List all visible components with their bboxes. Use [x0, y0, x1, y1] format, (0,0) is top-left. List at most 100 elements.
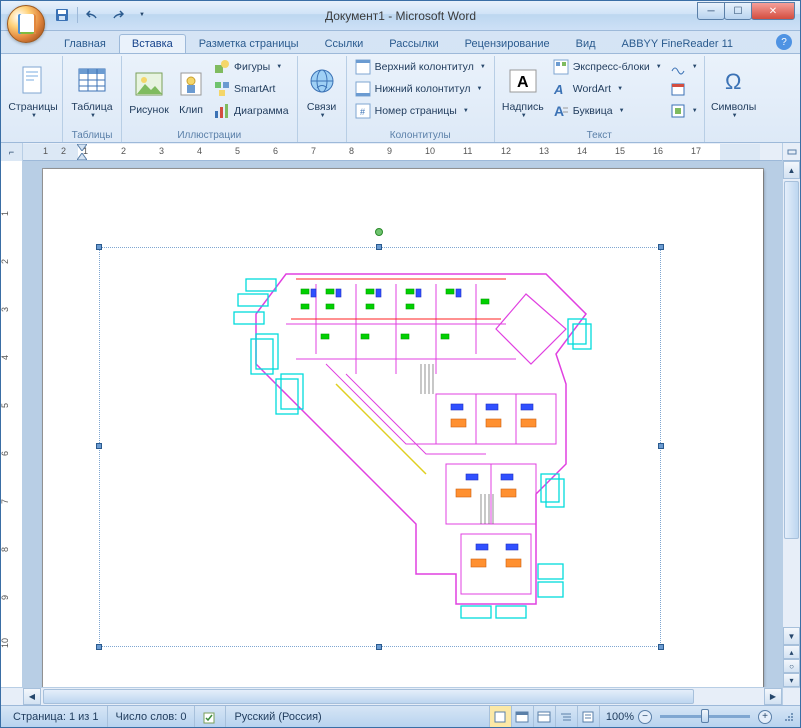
tab-insert[interactable]: Вставка: [119, 34, 186, 53]
resize-grip[interactable]: [782, 710, 796, 724]
zoom-level[interactable]: 100%: [606, 711, 634, 723]
tab-page-layout[interactable]: Разметка страницы: [186, 34, 312, 53]
tab-mailings[interactable]: Рассылки: [376, 34, 451, 53]
view-draft[interactable]: [577, 706, 599, 727]
ruler-tick: 1: [83, 146, 88, 156]
label: WordArt: [573, 83, 611, 95]
label: Таблица: [71, 101, 112, 113]
scroll-left-button[interactable]: ◀: [23, 688, 41, 705]
quickparts-icon: [553, 59, 569, 75]
vertical-scrollbar[interactable]: ▲ ▼ ▴ ○ ▾: [782, 161, 800, 687]
resize-handle-ne[interactable]: [658, 244, 664, 250]
dropcap-button[interactable]: A Буквица▼: [549, 100, 666, 122]
view-print-layout[interactable]: [489, 706, 511, 727]
object-button[interactable]: ▼: [668, 100, 700, 122]
view-full-screen[interactable]: [511, 706, 533, 727]
horizontal-ruler-bar: ⌐ 121234567891011121314151617: [1, 143, 800, 161]
page: [43, 169, 763, 687]
ruler-tick: 6: [1, 451, 10, 456]
signature-button[interactable]: ▼: [668, 56, 700, 78]
floorplan-image[interactable]: [226, 264, 606, 624]
status-page[interactable]: Страница: 1 из 1: [5, 706, 108, 727]
zoom-slider[interactable]: [660, 715, 750, 718]
ruler-toggle[interactable]: [782, 143, 800, 161]
vertical-ruler[interactable]: 12345678910: [1, 161, 23, 687]
pages-button[interactable]: Страницы ▼: [8, 56, 58, 124]
picture-button[interactable]: Рисунок: [126, 56, 172, 124]
zoom-out-button[interactable]: −: [638, 710, 652, 724]
symbols-button[interactable]: Ω Символы ▼: [709, 56, 759, 124]
qat-customize-button[interactable]: ▼: [132, 6, 150, 24]
scroll-up-button[interactable]: ▲: [783, 161, 800, 179]
chart-button[interactable]: Диаграмма: [210, 100, 293, 122]
view-web-layout[interactable]: [533, 706, 555, 727]
page-icon: [17, 65, 49, 97]
close-button[interactable]: ✕: [751, 2, 795, 20]
status-proofing[interactable]: [195, 706, 226, 727]
browse-object-button[interactable]: ○: [783, 659, 800, 673]
view-outline[interactable]: [555, 706, 577, 727]
page-number-button[interactable]: # Номер страницы▼: [351, 100, 490, 122]
tab-home[interactable]: Главная: [51, 34, 119, 53]
resize-handle-s[interactable]: [376, 644, 382, 650]
office-button[interactable]: [7, 5, 45, 43]
tab-view[interactable]: Вид: [563, 34, 609, 53]
minimize-button[interactable]: ─: [697, 2, 725, 20]
next-page-button[interactable]: ▾: [783, 673, 800, 687]
resize-handle-sw[interactable]: [96, 644, 102, 650]
tab-references[interactable]: Ссылки: [312, 34, 377, 53]
document-scroll[interactable]: [23, 161, 782, 687]
ruler-tick: 3: [159, 146, 164, 156]
label: Рисунок: [129, 104, 169, 116]
quickparts-button[interactable]: Экспресс-блоки▼: [549, 56, 666, 78]
undo-button[interactable]: [84, 6, 102, 24]
scroll-right-button[interactable]: ▶: [764, 688, 782, 705]
zoom-in-button[interactable]: +: [758, 710, 772, 724]
picture-icon: [133, 68, 165, 100]
group-symbols: Ω Символы ▼ ·: [705, 56, 763, 142]
ruler-tick: 16: [653, 146, 663, 156]
ruler-tick: 8: [1, 547, 10, 552]
save-button[interactable]: [53, 6, 71, 24]
scroll-track-h[interactable]: [41, 688, 764, 705]
wordart-button[interactable]: A WordArt▼: [549, 78, 666, 100]
ruler-corner[interactable]: ⌐: [1, 143, 23, 161]
prev-page-button[interactable]: ▴: [783, 645, 800, 659]
footer-button[interactable]: Нижний колонтитул▼: [351, 78, 490, 100]
rotate-handle[interactable]: [375, 228, 383, 236]
ruler-tick: 7: [311, 146, 316, 156]
smartart-button[interactable]: SmartArt: [210, 78, 293, 100]
ruler-tick: 5: [1, 403, 10, 408]
status-words[interactable]: Число слов: 0: [108, 706, 196, 727]
resize-handle-se[interactable]: [658, 644, 664, 650]
status-language[interactable]: Русский (Россия): [226, 706, 329, 727]
scroll-down-button[interactable]: ▼: [783, 627, 800, 645]
scroll-thumb[interactable]: [784, 181, 799, 539]
tab-abbyy[interactable]: ABBYY FineReader 11: [609, 34, 747, 53]
help-button[interactable]: ?: [776, 34, 792, 50]
group-label: Таблицы: [67, 129, 117, 142]
redo-button[interactable]: [108, 6, 126, 24]
tab-review[interactable]: Рецензирование: [452, 34, 563, 53]
scroll-thumb-h[interactable]: [43, 689, 694, 704]
group-headers: Верхний колонтитул▼ Нижний колонтитул▼ #…: [347, 56, 495, 142]
horizontal-ruler[interactable]: 121234567891011121314151617: [23, 144, 760, 160]
table-button[interactable]: Таблица ▼: [67, 56, 117, 124]
resize-handle-w[interactable]: [96, 443, 102, 449]
datetime-button[interactable]: [668, 78, 700, 100]
scroll-track[interactable]: [783, 179, 800, 627]
picture-selection-frame[interactable]: [99, 247, 661, 647]
links-button[interactable]: Связи ▼: [302, 56, 342, 124]
horizontal-scrollbar[interactable]: ◀ ▶: [23, 687, 782, 705]
resize-handle-n[interactable]: [376, 244, 382, 250]
maximize-button[interactable]: ☐: [724, 2, 752, 20]
shapes-button[interactable]: Фигуры▼: [210, 56, 293, 78]
resize-handle-e[interactable]: [658, 443, 664, 449]
clip-button[interactable]: Клип: [174, 56, 208, 124]
textbox-button[interactable]: A Надпись ▼: [499, 56, 547, 124]
group-label: Текст: [499, 129, 700, 142]
zoom-slider-thumb[interactable]: [701, 709, 709, 723]
resize-handle-nw[interactable]: [96, 244, 102, 250]
label: Нижний колонтитул: [375, 83, 471, 95]
header-button[interactable]: Верхний колонтитул▼: [351, 56, 490, 78]
